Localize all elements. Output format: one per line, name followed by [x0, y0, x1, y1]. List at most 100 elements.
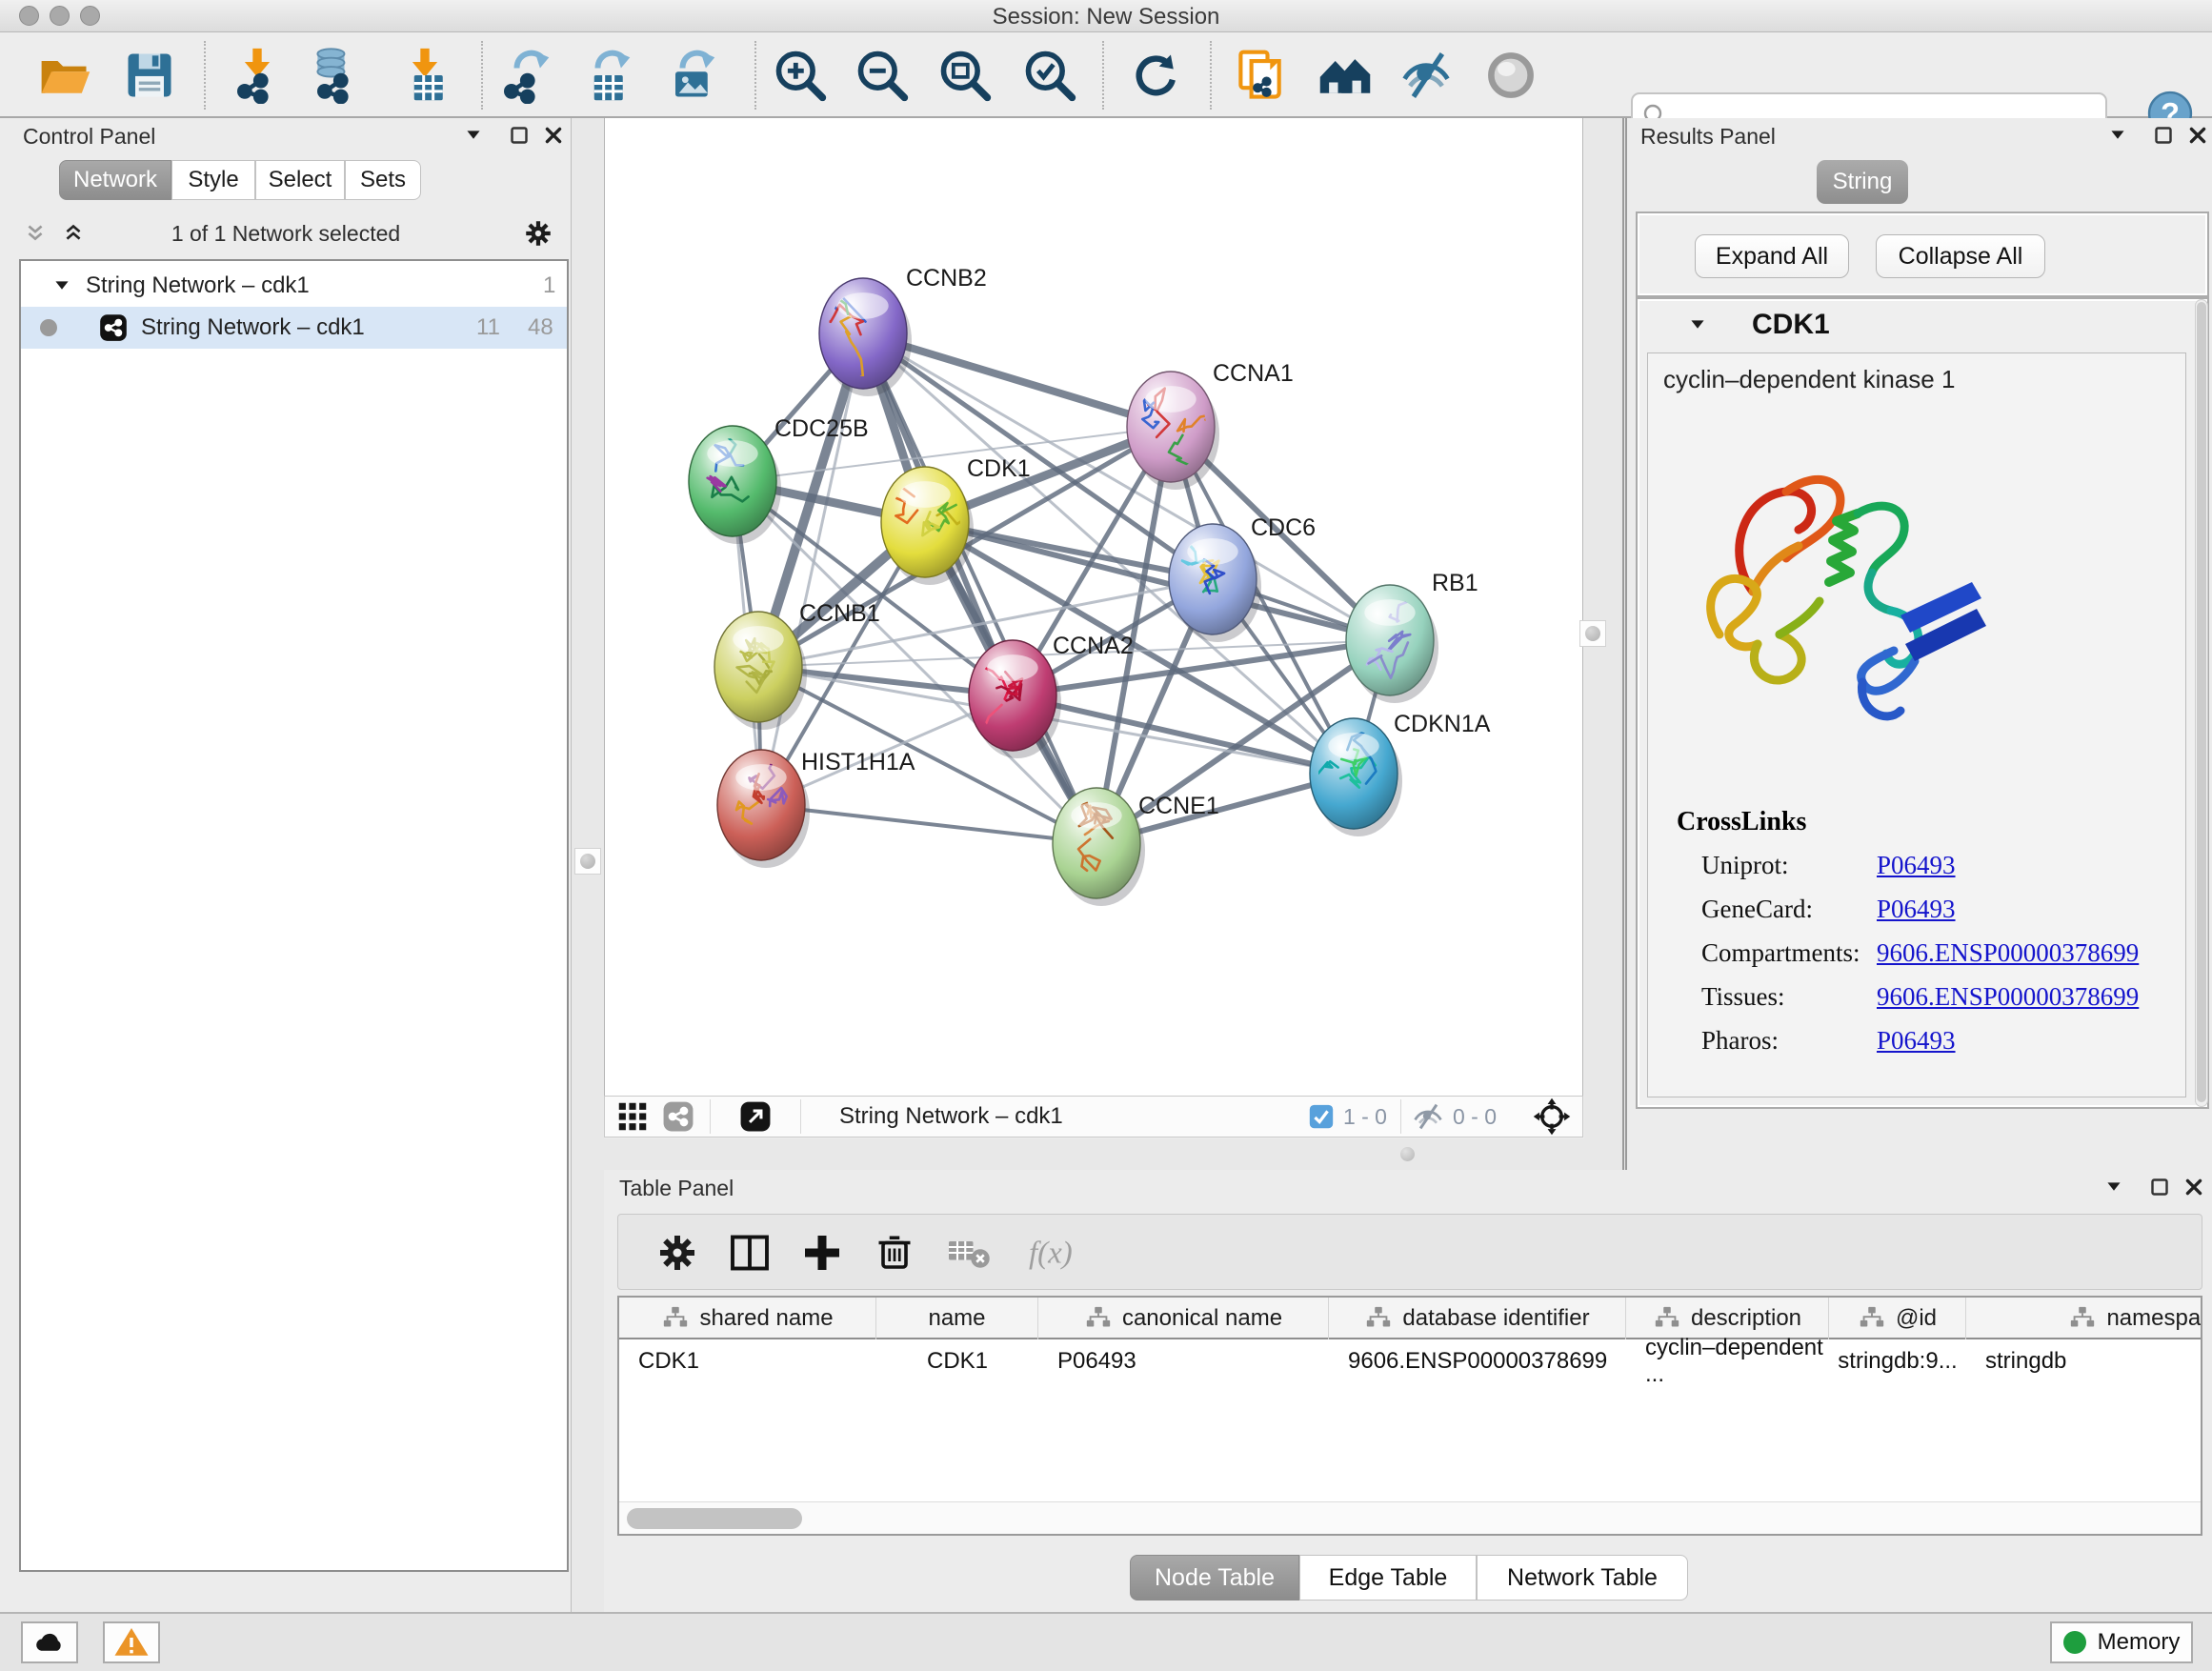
tab-sets[interactable]: Sets — [345, 160, 421, 200]
show-columns-icon[interactable] — [727, 1230, 773, 1276]
tab-string[interactable]: String — [1817, 160, 1908, 204]
tab-network[interactable]: Network — [59, 160, 171, 200]
results-panel-float-icon[interactable] — [2103, 121, 2132, 150]
control-panel-float-icon[interactable] — [459, 121, 488, 150]
column-header-database-identifier[interactable]: database identifier — [1329, 1298, 1626, 1339]
control-panel-maximize-icon[interactable] — [505, 121, 533, 150]
network-thumbnails-icon[interactable] — [614, 1098, 651, 1135]
network-status-dot-icon — [40, 319, 57, 336]
column-header-namespace[interactable]: namespace — [1966, 1298, 2202, 1339]
cell-database-identifier[interactable]: 9606.ENSP00000378699 — [1329, 1341, 1626, 1381]
cloud-status-button[interactable] — [21, 1621, 78, 1663]
save-session-icon[interactable] — [121, 47, 178, 104]
create-column-icon[interactable] — [799, 1230, 845, 1276]
node-label-CCNB1: CCNB1 — [799, 600, 880, 627]
table-panel-close-icon[interactable] — [2180, 1173, 2208, 1201]
protein-detail-box: cyclin–dependent kinase 1 — [1647, 352, 2186, 1097]
table-panel-float-icon[interactable] — [2100, 1173, 2128, 1201]
column-header-shared-name[interactable]: shared name — [619, 1298, 876, 1339]
tab-node-table[interactable]: Node Table — [1130, 1555, 1299, 1601]
node-HIST1H1A[interactable] — [717, 750, 810, 868]
column-header-canonical-name[interactable]: canonical name — [1038, 1298, 1329, 1339]
home-icon[interactable] — [1317, 47, 1374, 104]
table-hscrollbar[interactable] — [619, 1501, 2201, 1534]
expand-all-networks-icon[interactable] — [59, 219, 88, 248]
node-CDC25B[interactable] — [689, 400, 781, 544]
show-graphics-icon[interactable] — [1482, 47, 1539, 104]
bottom-splitter-grip[interactable] — [1400, 1147, 1415, 1161]
collection-collapse-icon[interactable] — [48, 272, 76, 300]
network-share-icon[interactable] — [660, 1098, 696, 1135]
network-canvas[interactable]: CCNB2CCNA1CDC25BCDK1CDC6RB1CCNB1CCNA2CDK… — [604, 118, 1583, 1096]
delete-table-icon — [946, 1230, 992, 1276]
left-splitter-grip[interactable] — [574, 848, 601, 875]
cell-description[interactable]: cyclin–dependent ... — [1626, 1341, 1829, 1381]
tab-style[interactable]: Style — [171, 160, 255, 200]
node-CCNA2[interactable] — [966, 640, 1061, 758]
network-options-gear-icon[interactable] — [522, 217, 554, 250]
crosslink-label: Compartments: — [1701, 938, 1860, 968]
zoom-in-icon[interactable] — [772, 47, 829, 104]
zoom-selected-icon[interactable] — [1021, 47, 1078, 104]
cell-canonical-name[interactable]: P06493 — [1038, 1341, 1329, 1381]
graphics-details-icon[interactable] — [1232, 47, 1289, 104]
edge-CCNA2-CDKN1A[interactable] — [1013, 695, 1354, 774]
refresh-view-icon[interactable] — [1127, 47, 1184, 104]
collapse-all-networks-icon[interactable] — [21, 219, 50, 248]
crosslink-link[interactable]: P06493 — [1877, 851, 1956, 880]
tab-network-table[interactable]: Network Table — [1477, 1555, 1688, 1601]
selected-checkbox-icon[interactable] — [1307, 1102, 1336, 1131]
crosslink-link[interactable]: 9606.ENSP00000378699 — [1877, 982, 2139, 1012]
network-collection-row[interactable]: String Network – cdk1 1 — [21, 265, 567, 307]
results-panel-maximize-icon[interactable] — [2149, 121, 2178, 150]
birds-eye-view-icon[interactable] — [1531, 1096, 1573, 1137]
crosslink-link[interactable]: 9606.ENSP00000378699 — [1877, 938, 2139, 968]
export-table-icon[interactable] — [576, 47, 633, 104]
results-panel-close-icon[interactable] — [2183, 121, 2212, 150]
table-row[interactable]: CDK1CDK1P064939606.ENSP00000378699cyclin… — [619, 1341, 2202, 1381]
results-scrollbar[interactable] — [2195, 299, 2208, 1107]
divider — [710, 1099, 711, 1134]
column-header--id[interactable]: @id — [1829, 1298, 1966, 1339]
crosslink-link[interactable]: P06493 — [1877, 895, 1956, 924]
control-panel-close-icon[interactable] — [539, 121, 568, 150]
edge-HIST1H1A-CCNE1[interactable] — [761, 805, 1096, 843]
import-table-icon[interactable] — [396, 47, 453, 104]
cell-name[interactable]: CDK1 — [876, 1341, 1038, 1381]
column-header-name[interactable]: name — [876, 1298, 1038, 1339]
node-label-CCNB2: CCNB2 — [906, 265, 987, 292]
hide-graphics-icon[interactable] — [1398, 47, 1455, 104]
warnings-button[interactable] — [103, 1621, 160, 1663]
open-session-icon[interactable] — [36, 47, 93, 104]
zoom-fit-icon[interactable] — [936, 47, 994, 104]
column-header-description[interactable]: description — [1626, 1298, 1829, 1339]
right-splitter-grip[interactable] — [1579, 620, 1606, 647]
delete-column-icon[interactable] — [872, 1230, 917, 1276]
network-row[interactable]: String Network – cdk1 11 48 — [21, 307, 567, 349]
table-panel-maximize-icon[interactable] — [2145, 1173, 2174, 1201]
node-CCNB1[interactable] — [714, 612, 807, 730]
detach-view-icon[interactable] — [737, 1098, 774, 1135]
divider — [800, 1099, 801, 1134]
node-CDC6[interactable] — [1169, 524, 1261, 642]
crosslink-link[interactable]: P06493 — [1877, 1026, 1956, 1056]
import-database-icon[interactable] — [309, 47, 366, 104]
cell--id[interactable]: stringdb:9... — [1829, 1341, 1966, 1381]
import-network-icon[interactable] — [229, 47, 286, 104]
protein-collapse-icon[interactable] — [1683, 311, 1712, 339]
export-image-icon[interactable] — [661, 47, 718, 104]
tab-edge-table[interactable]: Edge Table — [1299, 1555, 1477, 1601]
cell-shared-name[interactable]: CDK1 — [619, 1341, 876, 1381]
node-CCNE1[interactable] — [1053, 788, 1145, 906]
node-CDKN1A[interactable] — [1303, 718, 1402, 836]
memory-button[interactable]: Memory — [2050, 1621, 2193, 1663]
expand-all-button[interactable]: Expand All — [1695, 234, 1849, 278]
node-RB1[interactable] — [1346, 574, 1438, 703]
table-options-gear-icon[interactable] — [654, 1230, 700, 1276]
export-network-icon[interactable] — [495, 47, 553, 104]
network-selection-status: 1 of 1 Network selected — [124, 221, 448, 247]
cell-namespace[interactable]: stringdb — [1966, 1341, 2202, 1381]
zoom-out-icon[interactable] — [854, 47, 911, 104]
tab-select[interactable]: Select — [255, 160, 345, 200]
collapse-all-button[interactable]: Collapse All — [1876, 234, 2045, 278]
